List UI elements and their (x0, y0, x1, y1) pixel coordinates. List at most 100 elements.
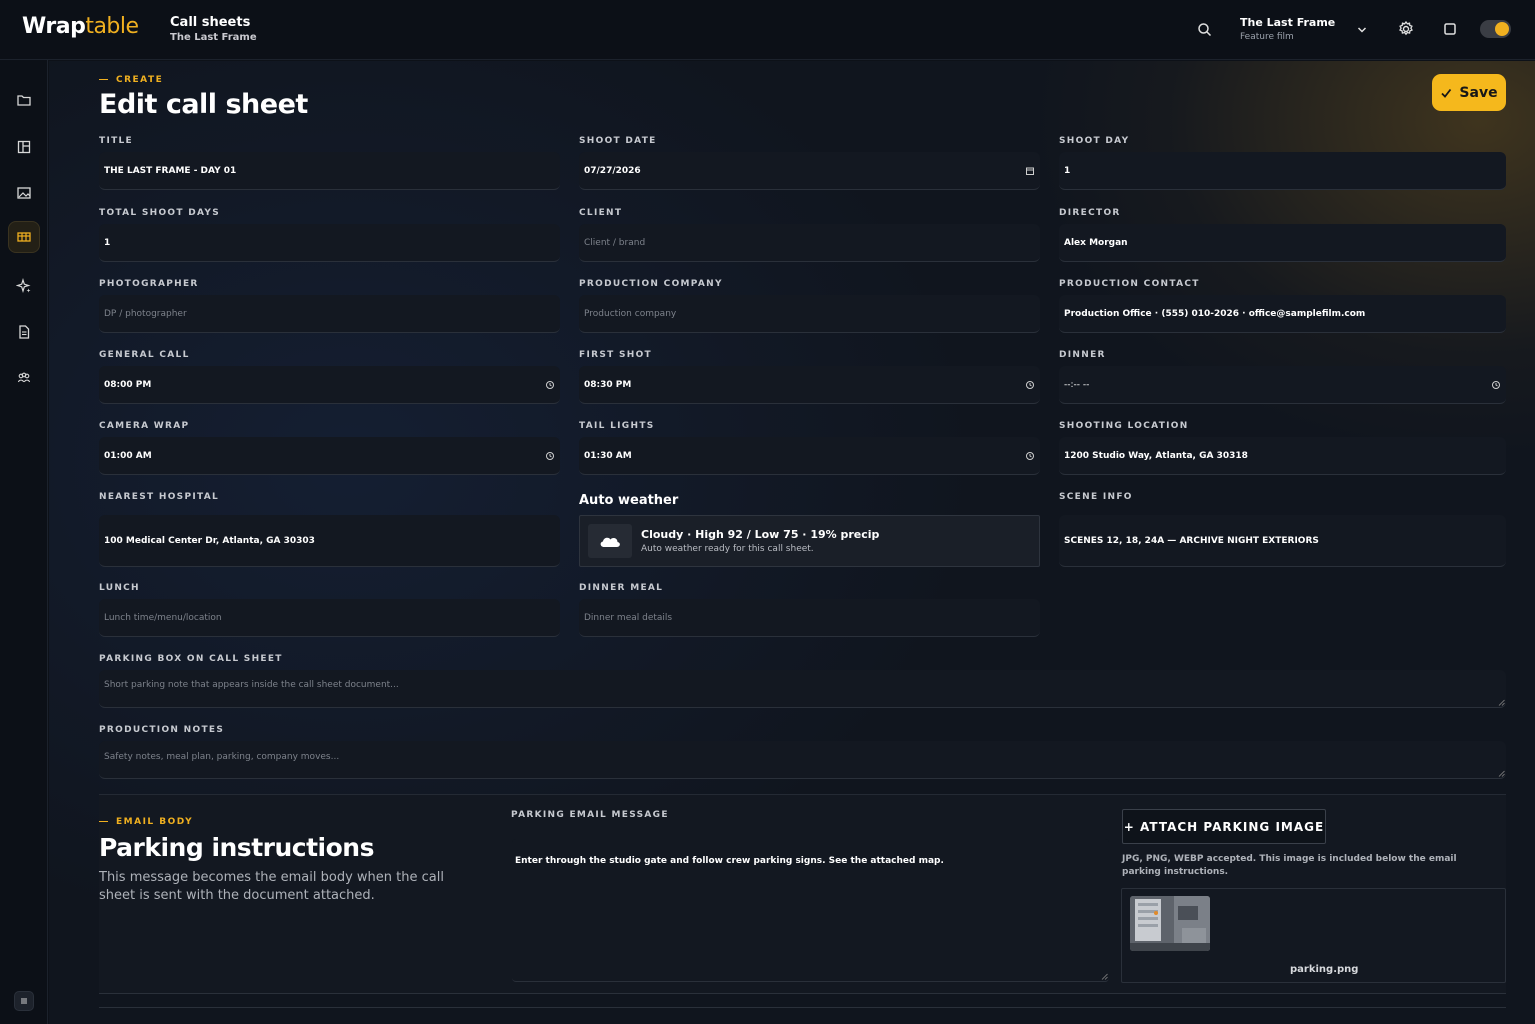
dinner-meal-label: DINNER MEAL (579, 583, 664, 593)
title-label: TITLE (99, 136, 134, 146)
clock-icon[interactable] (545, 451, 555, 461)
sidebar-item-call-sheets[interactable] (8, 221, 40, 253)
project-switcher-name[interactable]: The Last Frame (1240, 16, 1335, 29)
shoot-day-field[interactable]: 1 (1059, 152, 1506, 190)
clock-icon[interactable] (1025, 380, 1035, 390)
toggle-knob (1495, 22, 1509, 36)
production-notes-textarea[interactable]: Safety notes, meal plan, parking, compan… (99, 741, 1506, 779)
folder-icon (17, 95, 31, 106)
parking-email-message-label: PARKING EMAIL MESSAGE (511, 810, 669, 820)
parking-box-textarea[interactable]: Short parking note that appears inside t… (99, 670, 1506, 708)
resize-handle-icon[interactable] (1101, 973, 1108, 980)
shooting-location-label: SHOOTING LOCATION (1059, 421, 1189, 431)
chevron-down-icon[interactable] (1355, 22, 1369, 36)
sidebar (0, 60, 48, 1024)
nearest-hospital-label: NEAREST HOSPITAL (99, 492, 220, 502)
attachment-filename: parking.png (1290, 964, 1359, 975)
weather-heading: Auto weather (579, 493, 679, 508)
board-icon (17, 140, 31, 154)
save-button[interactable]: Save (1432, 74, 1506, 111)
sidebar-item-ai[interactable] (8, 270, 40, 302)
production-contact-label: PRODUCTION CONTACT (1059, 279, 1200, 289)
attach-parking-image-button[interactable]: + ATTACH PARKING IMAGE (1122, 809, 1326, 844)
call-sheet-icon (17, 232, 31, 242)
email-description: This message becomes the email body when… (99, 870, 444, 903)
email-body-section: EMAIL BODY Parking instructions This mes… (99, 794, 1506, 994)
production-contact-field[interactable]: Production Office · (555) 010-2026 · off… (1059, 295, 1506, 333)
lunch-field[interactable]: Lunch time/menu/location (99, 599, 560, 637)
save-label: Save (1459, 84, 1498, 101)
photographer-field[interactable]: DP / photographer (99, 295, 560, 333)
camera-wrap-label: CAMERA WRAP (99, 421, 190, 431)
parking-email-message-value: Enter through the studio gate and follow… (515, 856, 944, 866)
document-icon (19, 325, 30, 339)
sidebar-item-folder[interactable] (8, 84, 40, 116)
sidebar-item-images[interactable] (8, 177, 40, 209)
production-notes-placeholder: Safety notes, meal plan, parking, compan… (104, 752, 340, 762)
parking-map-thumbnail[interactable] (1130, 896, 1210, 951)
client-field[interactable]: Client / brand (579, 224, 1040, 262)
shoot-day-label: SHOOT DAY (1059, 136, 1130, 146)
tail-lights-field[interactable]: 01:30 AM (579, 437, 1040, 475)
breadcrumb-project: The Last Frame (170, 32, 257, 43)
general-call-label: GENERAL CALL (99, 350, 190, 360)
shooting-location-field[interactable]: 1200 Studio Way, Atlanta, GA 30318 (1059, 437, 1506, 475)
total-shoot-days-field[interactable]: 1 (99, 224, 560, 262)
weather-status: Auto weather ready for this call sheet. (641, 544, 814, 554)
lunch-label: LUNCH (99, 583, 140, 593)
sidebar-item-documents[interactable] (8, 316, 40, 348)
nearest-hospital-field[interactable]: 100 Medical Center Dr, Atlanta, GA 30303 (99, 515, 560, 567)
clock-icon[interactable] (545, 380, 555, 390)
section-divider (99, 1007, 1506, 1008)
clock-icon[interactable] (1491, 380, 1501, 390)
attachment-preview: parking.png (1121, 888, 1506, 983)
resize-handle-icon[interactable] (1498, 699, 1505, 706)
page-title-breadcrumb: Call sheets (170, 15, 251, 30)
first-shot-field[interactable]: 08:30 PM (579, 366, 1040, 404)
menu-icon (21, 998, 27, 1004)
sparkle-icon (16, 278, 31, 294)
general-call-value: 08:00 PM (104, 379, 152, 390)
sidebar-menu-button[interactable] (14, 991, 34, 1011)
clock-icon[interactable] (1025, 451, 1035, 461)
theme-toggle[interactable] (1480, 20, 1511, 38)
search-icon[interactable] (1196, 21, 1214, 39)
gear-icon[interactable] (1397, 20, 1415, 38)
weather-summary: Cloudy · High 92 / Low 75 · 19% precip (641, 528, 880, 541)
dinner-meal-field[interactable]: Dinner meal details (579, 599, 1040, 637)
attach-note: JPG, PNG, WEBP accepted. This image is i… (1122, 854, 1457, 877)
shoot-date-field[interactable]: 07/27/2026 (579, 152, 1040, 190)
calendar-icon[interactable] (1025, 166, 1035, 176)
cloud-icon (588, 524, 632, 558)
resize-handle-icon[interactable] (1498, 770, 1505, 777)
tail-lights-value: 01:30 AM (584, 450, 632, 461)
team-icon (17, 372, 31, 383)
production-company-field[interactable]: Production company (579, 295, 1040, 333)
top-bar: Wraptable Call sheets The Last Frame The… (0, 0, 1535, 60)
square-icon[interactable] (1442, 21, 1458, 37)
parking-box-label: PARKING BOX ON CALL SHEET (99, 654, 283, 664)
title-field[interactable]: THE LAST FRAME - DAY 01 (99, 152, 560, 190)
camera-wrap-field[interactable]: 01:00 AM (99, 437, 560, 475)
director-field[interactable]: Alex Morgan (1059, 224, 1506, 262)
shoot-date-label: SHOOT DATE (579, 136, 657, 146)
check-icon (1441, 88, 1452, 98)
production-company-label: PRODUCTION COMPANY (579, 279, 723, 289)
parking-email-message-textarea[interactable]: Enter through the studio gate and follow… (512, 839, 1109, 982)
image-icon (17, 187, 31, 199)
shoot-date-value: 07/27/2026 (584, 165, 641, 176)
first-shot-value: 08:30 PM (584, 379, 632, 390)
photographer-label: PHOTOGRAPHER (99, 279, 199, 289)
dinner-field[interactable]: --:-- -- (1059, 366, 1506, 404)
app-logo[interactable]: Wraptable (22, 14, 139, 39)
main-content: CREATE Edit call sheet Save TITLE THE LA… (49, 61, 1535, 1024)
dinner-label: DINNER (1059, 350, 1106, 360)
sidebar-item-board[interactable] (8, 131, 40, 163)
email-title: Parking instructions (99, 833, 374, 862)
page-title: Edit call sheet (99, 89, 308, 120)
scene-info-field[interactable]: SCENES 12, 18, 24A — ARCHIVE NIGHT EXTER… (1059, 515, 1506, 567)
general-call-field[interactable]: 08:00 PM (99, 366, 560, 404)
sidebar-item-team[interactable] (8, 362, 40, 394)
email-eyebrow: EMAIL BODY (99, 817, 193, 827)
tail-lights-label: TAIL LIGHTS (579, 421, 655, 431)
